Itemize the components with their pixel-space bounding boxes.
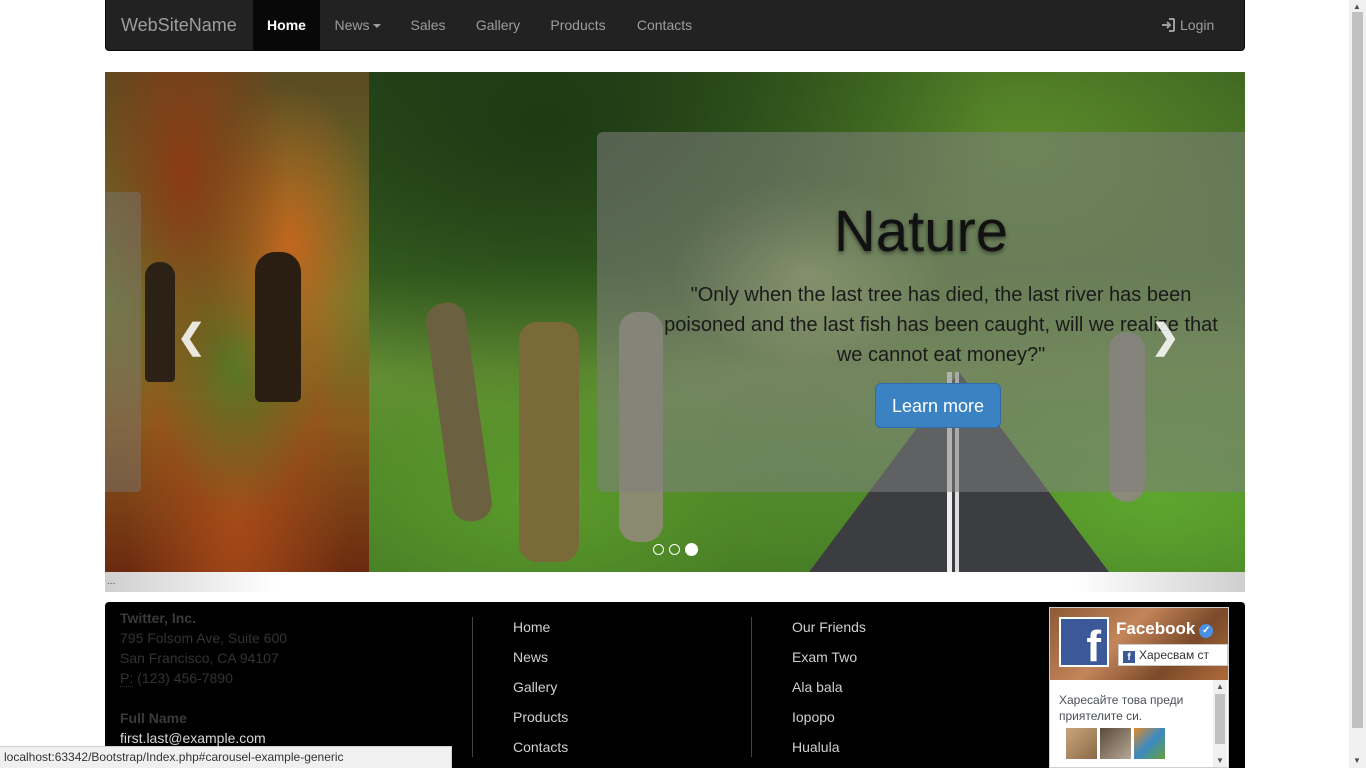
address-line-1: 795 Folsom Ave, Suite 600	[120, 630, 288, 646]
verified-check-icon: ✓	[1199, 624, 1214, 638]
footer-link-home[interactable]: Home	[513, 616, 568, 646]
carousel-indicator-3[interactable]	[685, 543, 698, 556]
scrollbar-thumb[interactable]	[1352, 12, 1363, 728]
carousel-indicator-2[interactable]	[669, 544, 680, 555]
address-line-2: San Francisco, CA 94107	[120, 650, 279, 666]
carousel: Nature "Only when the last tree has died…	[105, 72, 1245, 572]
friend-avatar[interactable]	[1134, 728, 1165, 759]
facebook-like-button[interactable]: f Харесвам ст	[1118, 644, 1228, 666]
facebook-page-widget: f Facebook ✓ f Харесвам ст Харесайте това …	[1049, 607, 1229, 768]
strip-text: ...	[107, 576, 116, 587]
caption-title: Nature	[833, 199, 1009, 264]
footer-link-ala-bala[interactable]: Ala bala	[792, 676, 866, 706]
friend-avatar[interactable]	[1100, 728, 1131, 759]
footer-divider-2	[751, 617, 752, 757]
friend-avatar[interactable]	[1066, 728, 1097, 759]
browser-status-bar: localhost:63342/Bootstrap/Index.php#caro…	[0, 746, 452, 768]
footer-divider-1	[472, 617, 473, 757]
carousel-indicator-1[interactable]	[653, 544, 664, 555]
facebook-logo-icon[interactable]: f	[1059, 617, 1109, 671]
caption-text: "Only when the last tree has died, the l…	[664, 284, 1218, 366]
footer-link-gallery[interactable]: Gallery	[513, 676, 568, 706]
top-navbar: WebSiteName Home News Sales Gallery Prod…	[105, 0, 1245, 51]
footer-links-2: Our Friends Exam Two Ala bala Iopopo Hua…	[792, 616, 866, 766]
facebook-scrollbar[interactable]: ▲ ▼	[1213, 680, 1227, 767]
facebook-like-label: Харесвам ст	[1139, 648, 1210, 662]
login-icon	[1160, 17, 1180, 33]
facebook-page-name[interactable]: Facebook ✓	[1116, 619, 1214, 639]
nav-products[interactable]: Products	[535, 0, 621, 51]
carousel-caption: Nature "Only when the last tree has died…	[597, 132, 1245, 492]
company-name: Twitter, Inc.	[120, 610, 196, 626]
facebook-small-icon: f	[1123, 651, 1135, 663]
phone-number: (123) 456-7890	[137, 670, 233, 686]
login-link[interactable]: Login	[1160, 0, 1214, 51]
footer-link-contacts[interactable]: Contacts	[513, 736, 568, 766]
facebook-body-text: Харесайте това преди приятелите си.	[1059, 692, 1209, 724]
phone-line: P: (123) 456-7890	[120, 668, 287, 688]
chevron-left-icon[interactable]: ❮	[177, 317, 206, 357]
caret-down-icon	[372, 24, 381, 29]
footer-link-news[interactable]: News	[513, 646, 568, 676]
chevron-right-icon[interactable]: ❯	[1151, 317, 1180, 357]
facebook-name-label: Facebook	[1116, 619, 1196, 638]
brand-link[interactable]: WebSiteName	[121, 0, 237, 51]
nav-news-label: News	[334, 17, 370, 33]
footer-link-our-friends[interactable]: Our Friends	[792, 616, 866, 646]
footer-link-iopopo[interactable]: Iopopo	[792, 706, 866, 736]
footer-link-exam-two[interactable]: Exam Two	[792, 646, 866, 676]
carousel-bottom-strip: ...	[105, 572, 1245, 592]
contact-email[interactable]: first.last@example.com	[120, 728, 287, 748]
nav-sales[interactable]: Sales	[395, 0, 461, 51]
scroll-down-icon[interactable]: ▼	[1353, 756, 1361, 765]
footer-links-1: Home News Gallery Products Contacts	[513, 616, 568, 766]
nav-contacts[interactable]: Contacts	[621, 0, 708, 51]
footer-link-products[interactable]: Products	[513, 706, 568, 736]
learn-more-button[interactable]: Learn more	[875, 383, 1001, 428]
footer: Twitter, Inc. 795 Folsom Ave, Suite 600 …	[105, 602, 1245, 768]
phone-abbr: P:	[120, 670, 134, 687]
contact-name: Full Name	[120, 710, 187, 726]
previous-caption-panel	[105, 192, 141, 492]
nav-gallery[interactable]: Gallery	[461, 0, 535, 51]
login-label: Login	[1180, 17, 1215, 33]
footer-address: Twitter, Inc. 795 Folsom Ave, Suite 600 …	[120, 608, 287, 748]
scroll-up-icon[interactable]: ▲	[1353, 2, 1361, 11]
nav-news[interactable]: News	[320, 0, 395, 51]
facebook-body-label: Харесайте това преди приятелите си.	[1059, 693, 1184, 723]
autumn-forest-image	[105, 72, 369, 572]
nav-home[interactable]: Home	[253, 0, 320, 51]
page-scrollbar[interactable]: ▲ ▼	[1349, 0, 1366, 768]
footer-link-hualula[interactable]: Hualula	[792, 736, 866, 766]
